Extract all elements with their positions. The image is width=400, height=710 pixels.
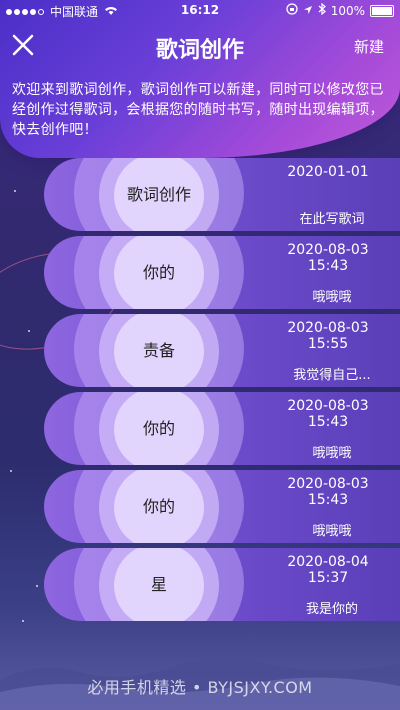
lyric-date: 2020-08-03 15:55 [287, 320, 369, 352]
lyric-title: 你的 [142, 263, 175, 282]
star-decoration [28, 330, 30, 332]
lyric-card[interactable]: 歌词创作 2020-01-01 在此写歌词 [44, 158, 400, 231]
star-decoration [14, 190, 16, 192]
lyric-preview: 在此写歌词 [299, 212, 365, 227]
lyric-date: 2020-08-03 15:43 [287, 398, 369, 430]
lyric-preview: 哦哦哦 [312, 524, 352, 539]
lyric-card[interactable]: 你的 2020-08-03 15:43 哦哦哦 [44, 392, 400, 465]
lyric-preview: 哦哦哦 [312, 290, 352, 305]
lyric-title: 责备 [142, 341, 175, 360]
lyric-title: 你的 [142, 419, 175, 438]
lyric-card[interactable]: 责备 2020-08-03 15:55 我觉得自己... [44, 314, 400, 387]
intro-text: 欢迎来到歌词创作，歌词创作可以新建，同时可以修改您已经创作过得歌词，会根据您的随… [12, 82, 384, 138]
lyric-date: 2020-08-03 15:43 [287, 242, 369, 274]
star-decoration [10, 470, 12, 472]
battery-icon [370, 4, 394, 17]
battery-percent: 100% [330, 3, 365, 18]
status-bar: 中国联通 16:12 100% [0, 0, 400, 22]
lyric-title: 星 [150, 575, 167, 594]
star-decoration [22, 620, 24, 622]
lyric-preview: 我觉得自己... [293, 368, 371, 383]
lock-rotation-icon [286, 3, 298, 18]
star-decoration [36, 585, 38, 587]
location-icon [303, 4, 313, 18]
lyric-title: 你的 [142, 497, 175, 516]
lyric-date: 2020-08-04 15:37 [287, 554, 369, 586]
lyrics-list: 歌词创作 2020-01-01 在此写歌词 你的 2020-08-03 15:43… [44, 158, 400, 626]
page-title: 歌词创作 [155, 38, 244, 63]
lyric-preview: 哦哦哦 [312, 446, 352, 461]
lyric-card[interactable]: 你的 2020-08-03 15:43 哦哦哦 [44, 470, 400, 543]
lyric-date: 2020-01-01 [287, 164, 369, 180]
lyric-date: 2020-08-03 15:43 [287, 476, 369, 508]
lyric-title: 歌词创作 [126, 185, 191, 204]
lyric-preview: 我是你的 [305, 602, 358, 617]
watermark: 必用手机精选 • BYJSJXY.COM [87, 678, 313, 697]
bluetooth-icon [318, 2, 326, 18]
new-button[interactable]: 新建 [354, 36, 384, 57]
lyric-card[interactable]: 你的 2020-08-03 15:43 哦哦哦 [44, 236, 400, 309]
nav-bar: 歌词创作 新建 [0, 26, 400, 66]
lyric-card[interactable]: 星 2020-08-04 15:37 我是你的 [44, 548, 400, 621]
